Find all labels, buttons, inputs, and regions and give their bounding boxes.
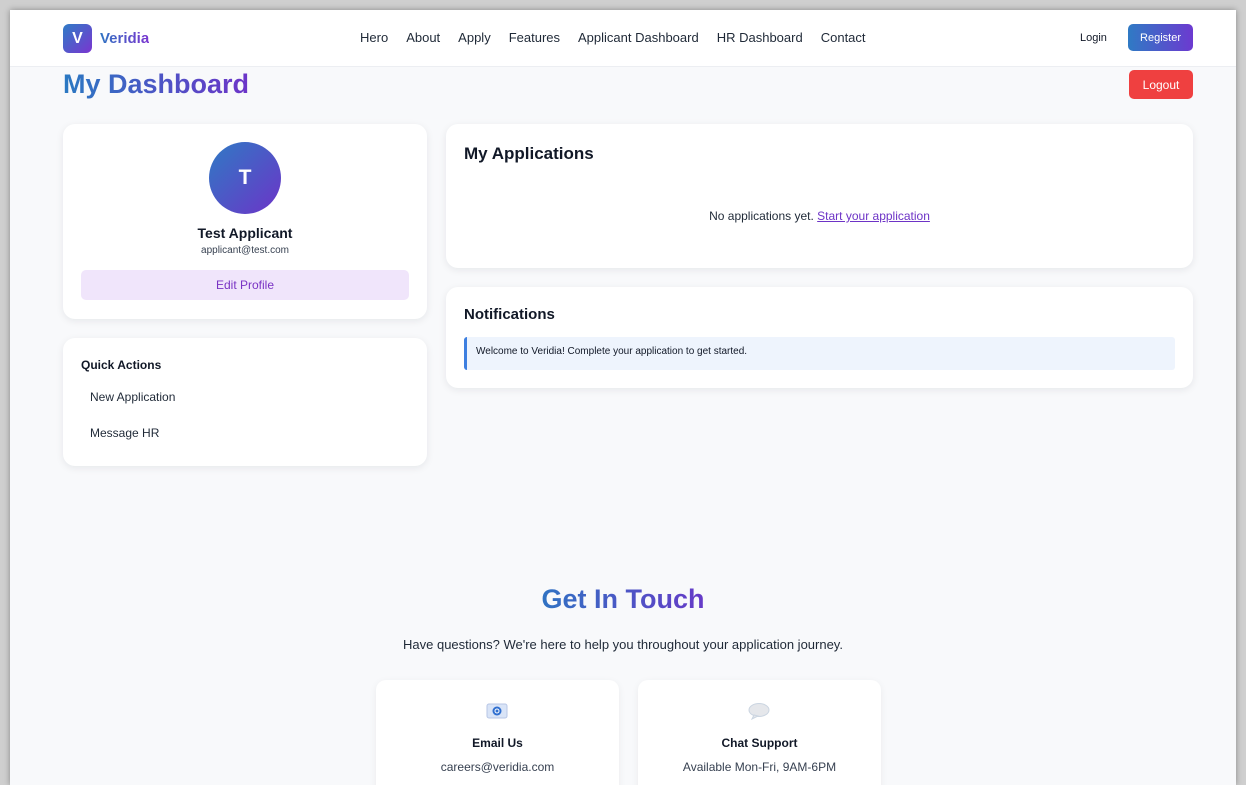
start-application-link[interactable]: Start your application [817,209,930,223]
logo-icon: V [63,24,92,53]
nav-link-hero[interactable]: Hero [360,30,388,45]
email-icon [486,702,508,720]
profile-email: applicant@test.com [201,245,289,256]
nav-link-apply[interactable]: Apply [458,30,491,45]
email-address[interactable]: careers@veridia.com [376,760,619,774]
main-menu: Hero About Apply Features Applicant Dash… [360,30,884,45]
quick-actions-title: Quick Actions [81,358,162,372]
applications-empty-state: No applications yet. Start your applicat… [446,209,1193,223]
email-contact-card: Email Us careers@veridia.com [376,680,619,785]
chat-card-title: Chat Support [721,736,798,750]
avatar: T [209,142,281,214]
notifications-title: Notifications [464,306,555,323]
top-navbar: V Veridia Hero About Apply Features Appl… [10,10,1236,67]
contact-title: Get In Touch [523,584,723,615]
edit-profile-button[interactable]: Edit Profile [81,270,409,300]
profile-card: T Test Applicant applicant@test.com Edit… [63,124,427,319]
new-application-action[interactable]: New Application [90,390,175,404]
empty-state-text: No applications yet. [709,209,814,223]
logout-button[interactable]: Logout [1129,70,1193,99]
nav-link-hr-dashboard[interactable]: HR Dashboard [717,30,803,45]
notification-item: Welcome to Veridia! Complete your applic… [464,337,1175,370]
email-card-title: Email Us [472,736,523,750]
applications-title: My Applications [464,144,594,163]
nav-link-contact[interactable]: Contact [821,30,866,45]
brand-name: Veridia [100,30,150,47]
nav-link-features[interactable]: Features [509,30,560,45]
contact-subtitle: Have questions? We're here to help you t… [403,637,843,652]
applications-card: My Applications No applications yet. Sta… [446,124,1193,268]
nav-link-applicant-dashboard[interactable]: Applicant Dashboard [578,30,699,45]
chat-hours: Available Mon-Fri, 9AM-6PM [682,760,837,774]
nav-link-about[interactable]: About [406,30,440,45]
message-hr-action[interactable]: Message HR [90,426,159,440]
chat-bubble-icon [748,702,770,720]
browser-viewport: V Veridia Hero About Apply Features Appl… [10,10,1236,785]
chat-contact-card: Chat Support Available Mon-Fri, 9AM-6PM [638,680,881,785]
profile-name: Test Applicant [197,225,293,241]
quick-actions-card: Quick Actions New Application Message HR [63,338,427,466]
brand[interactable]: V Veridia [63,24,149,53]
register-button[interactable]: Register [1128,24,1193,51]
page-title: My Dashboard [63,69,250,99]
notifications-card: Notifications Welcome to Veridia! Comple… [446,287,1193,388]
login-link[interactable]: Login [1080,32,1107,44]
